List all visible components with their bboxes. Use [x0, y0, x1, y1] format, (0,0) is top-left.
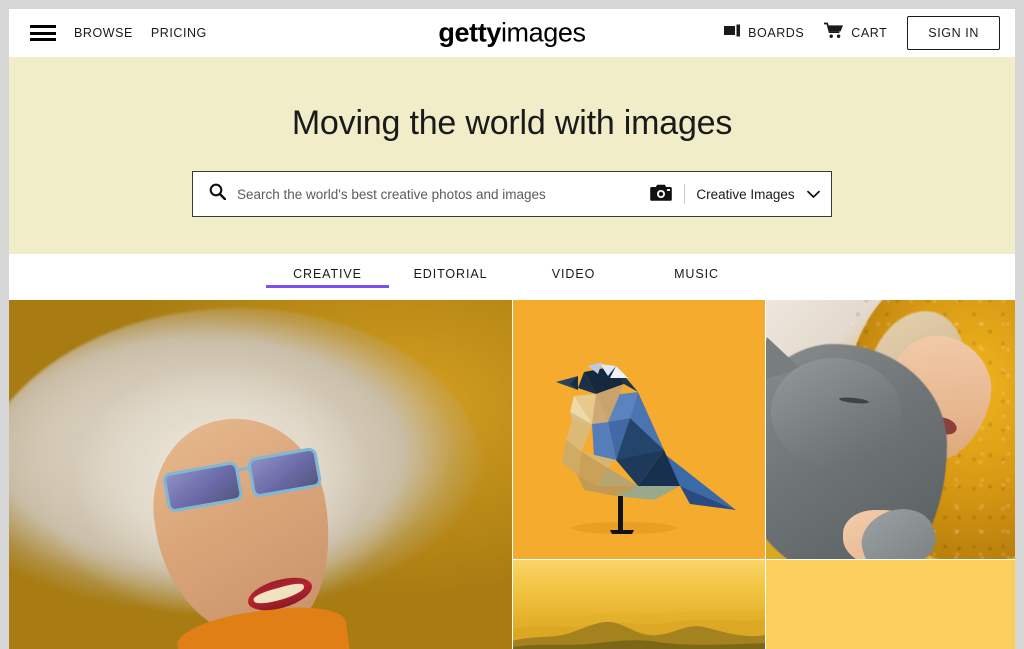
header-right-group: BOARDS CART SIGN IN — [724, 16, 1000, 50]
gallery-mosaic — [9, 300, 1015, 649]
search-input[interactable] — [237, 186, 638, 202]
magnifier-icon — [209, 183, 227, 205]
page-container: BROWSE PRICING gettyimages BOARDS CART S… — [9, 9, 1015, 649]
tile-divider-vertical-1 — [512, 300, 513, 649]
tile-divider-horizontal-1 — [512, 559, 1015, 560]
hero-section: Moving the world with images Search the … — [9, 57, 1015, 254]
search-bar: Creative Images — [192, 171, 832, 218]
tab-video[interactable]: VIDEO — [512, 267, 635, 288]
hamburger-icon[interactable] — [30, 25, 56, 41]
cart-label: CART — [851, 26, 888, 40]
mountain-ridges — [512, 589, 765, 649]
cart-link[interactable]: CART — [824, 22, 887, 44]
search-field-wrapper — [193, 172, 638, 216]
boards-link[interactable]: BOARDS — [724, 23, 804, 43]
tile-portrait-woman-sunglasses[interactable] — [9, 300, 512, 649]
tab-editorial[interactable]: EDITORIAL — [389, 267, 512, 288]
tile-girl-hugging-cat[interactable] — [765, 300, 1015, 560]
search-type-label: Creative Images — [696, 186, 795, 202]
shopping-cart-icon — [824, 22, 844, 44]
tab-music[interactable]: MUSIC — [635, 267, 758, 288]
chevron-down-icon — [806, 187, 820, 202]
header-left-group: BROWSE PRICING — [30, 25, 207, 41]
search-type-select[interactable]: Creative Images — [685, 172, 831, 216]
nav-pricing[interactable]: PRICING — [151, 26, 207, 40]
tile-low-poly-bird[interactable] — [512, 300, 765, 560]
sign-in-button[interactable]: SIGN IN — [907, 16, 1000, 50]
category-tabs: CREATIVE EDITORIAL VIDEO MUSIC — [9, 254, 1015, 300]
logo-text-light: images — [500, 17, 586, 48]
boards-label: BOARDS — [748, 26, 805, 40]
site-header: BROWSE PRICING gettyimages BOARDS CART S… — [9, 9, 1015, 57]
tile-misty-mountain-landscape[interactable] — [512, 560, 765, 649]
page-title: Moving the world with images — [291, 104, 733, 142]
logo-text-bold: getty — [438, 17, 501, 48]
visual-search-camera-button[interactable] — [638, 172, 684, 216]
logo-home-link[interactable]: gettyimages — [438, 17, 586, 48]
camera-icon — [650, 184, 672, 205]
boards-stack-icon — [724, 23, 741, 43]
nav-browse[interactable]: BROWSE — [74, 26, 133, 40]
low-poly-bird-illustration — [512, 300, 765, 560]
tab-creative[interactable]: CREATIVE — [266, 267, 389, 288]
tile-divider-vertical-2 — [765, 300, 766, 649]
tile-yellow-color-block[interactable] — [765, 560, 1015, 649]
browser-viewport: BROWSE PRICING gettyimages BOARDS CART S… — [0, 0, 1024, 649]
